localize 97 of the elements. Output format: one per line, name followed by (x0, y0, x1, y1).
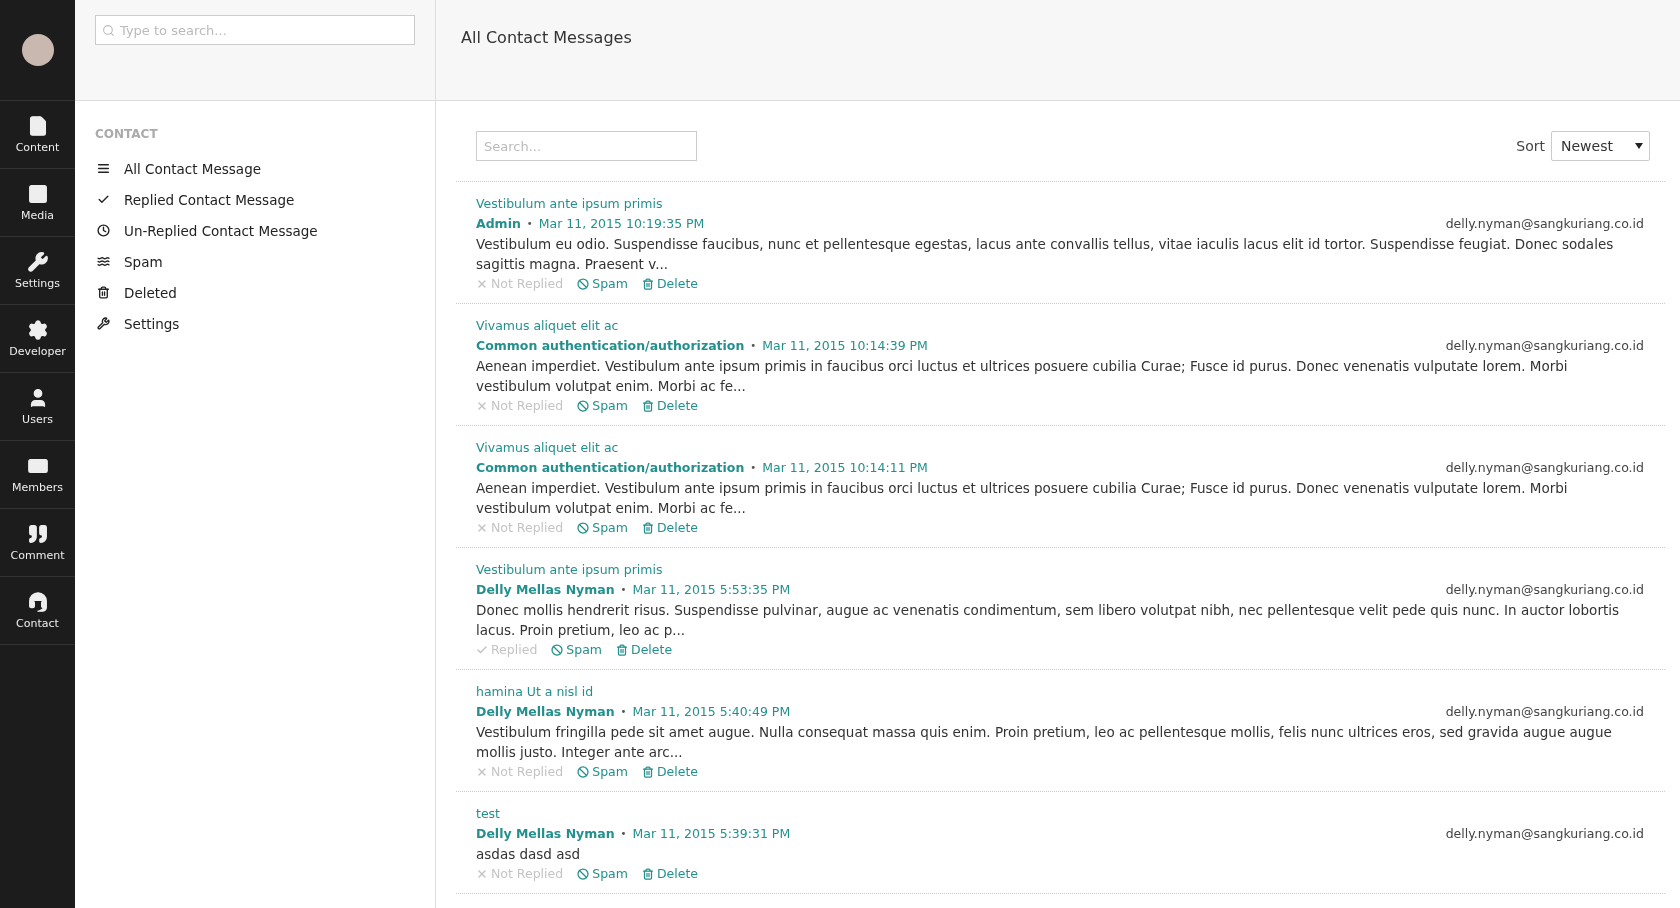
cross-icon (476, 400, 488, 412)
rail-item[interactable]: Media (0, 169, 75, 237)
message-subject[interactable]: Vestibulum ante ipsum primis (476, 560, 663, 580)
rail-item[interactable]: Contact (0, 577, 75, 645)
tree-item[interactable]: Deleted (75, 277, 435, 308)
tree-item[interactable]: Settings (75, 308, 435, 339)
cross-icon (476, 766, 488, 778)
message-date: Mar 11, 2015 5:39:31 PM (632, 825, 791, 843)
ban-icon (577, 868, 590, 880)
tree-item[interactable]: Un-Replied Contact Message (75, 215, 435, 246)
separator-dot: • (620, 705, 627, 719)
search-field[interactable]: Type to search... (95, 15, 415, 45)
quote-icon (26, 523, 49, 545)
message-date: Mar 11, 2015 5:40:49 PM (632, 703, 791, 721)
ban-icon (577, 400, 590, 412)
separator-dot: • (750, 461, 757, 475)
ban-icon (577, 766, 590, 778)
wrench-icon (26, 251, 49, 273)
message-body: asdas dasd asd (476, 845, 582, 864)
message-body: Aenean imperdiet. Vestibulum ante ipsum primis in faucibus orci luctus et ultrices posuere cubilia Curae; Fusce id purus. Donec venenatis vulputate lorem. Morbi vestibulum volutpat enim. Morbi ac fe... (476, 357, 1569, 396)
sender-email: delly.nyman@sangkuriang.co.id (1445, 825, 1644, 843)
message-subject[interactable]: Vivamus aliquet elit ac (476, 316, 619, 336)
delete-link[interactable]: Delete (616, 640, 673, 660)
message-body: Vestibulum eu odio. Suspendisse faucibus, nunc et pellentesque egestas, lacus ante convallis tellus, vitae iaculis lacus elit id tortor. Suspendisse feugiat. Donec sodales sagittis magna. Praesent v... (476, 235, 1615, 274)
trash-icon (641, 868, 654, 880)
message-body: Vestibulum fringilla pede sit amet augue. Nulla consequat massa quis enim. Proin pretium, leo ac pellentesque mollis, felis nunc ultrices eros, sed gravida augue augue mollis justo. Integer ante arc... (476, 723, 1613, 762)
cross-icon (476, 522, 488, 534)
check-icon (97, 193, 110, 206)
tree-item[interactable]: Spam (75, 246, 435, 277)
sort-label: Sort (1516, 138, 1545, 154)
rail-item[interactable]: Comment (0, 509, 75, 577)
trash-icon (641, 278, 654, 290)
spam-link[interactable]: Spam (551, 640, 603, 660)
delete-link[interactable]: Delete (641, 864, 698, 884)
separator-dot: • (620, 583, 627, 597)
spam-link[interactable]: Spam (577, 396, 628, 416)
page-title: All Contact Messages (461, 28, 633, 47)
message-subject[interactable]: hamina Ut a nisl id (476, 682, 594, 702)
message-subject[interactable]: test (476, 804, 500, 824)
message-date: Mar 11, 2015 5:53:35 PM (632, 581, 791, 599)
author-link[interactable]: Delly Mellas Nyman (476, 824, 615, 844)
cross-icon (476, 868, 488, 880)
rail-item[interactable]: Members (0, 441, 75, 509)
author-link[interactable]: Admin (476, 214, 521, 234)
message-date: Mar 11, 2015 10:14:11 PM (762, 459, 928, 477)
trash-icon (97, 286, 110, 299)
spam-link[interactable]: Spam (577, 762, 628, 782)
trash-icon (641, 766, 654, 778)
author-link[interactable]: Delly Mellas Nyman (476, 702, 615, 722)
caret-icon (1635, 143, 1643, 149)
author-link[interactable]: Delly Mellas Nyman (476, 580, 615, 600)
sender-email: delly.nyman@sangkuriang.co.id (1445, 459, 1644, 477)
message-date: Mar 11, 2015 10:14:39 PM (762, 337, 928, 355)
search-field[interactable]: Search... (476, 131, 697, 161)
wrench-icon (97, 317, 110, 330)
trash-icon (616, 644, 629, 656)
ban-icon (551, 644, 564, 656)
avatar[interactable] (21, 34, 54, 66)
sender-email: delly.nyman@sangkuriang.co.id (1445, 581, 1644, 599)
message-body: Donec mollis hendrerit risus. Suspendisse pulvinar, augue ac venenatis condimentum, sem libero volutpat nibh, nec pellentesque velit pede quis nunc. In auctor lobortis lacus. Proin pretium, leo ac p... (476, 601, 1620, 640)
trash-icon (641, 400, 654, 412)
rail-item[interactable]: Content (0, 101, 75, 169)
delete-link[interactable]: Delete (641, 274, 698, 294)
delete-link[interactable]: Delete (641, 762, 698, 782)
separator-dot: • (750, 339, 757, 353)
cross-icon (476, 278, 488, 290)
separator-dot: • (620, 827, 627, 841)
clock-icon (97, 224, 110, 237)
rail-item[interactable]: Settings (0, 237, 75, 305)
rail-item[interactable]: Developer (0, 305, 75, 373)
section-heading: CONTACT (94, 126, 159, 143)
sender-email: delly.nyman@sangkuriang.co.id (1445, 215, 1644, 233)
tree-item[interactable]: Replied Contact Message (75, 184, 435, 215)
spam-link[interactable]: Spam (577, 518, 628, 538)
message-body: Aenean imperdiet. Vestibulum ante ipsum primis in faucibus orci luctus et ultrices posuere cubilia Curae; Fusce id purus. Donec venenatis vulputate lorem. Morbi vestibulum volutpat enim. Morbi ac fe... (476, 479, 1569, 518)
message-subject[interactable]: Vivamus aliquet elit ac (476, 438, 619, 458)
squiggle-icon (97, 255, 110, 268)
spam-link[interactable]: Spam (577, 274, 628, 294)
ban-icon (577, 522, 590, 534)
trash-icon (641, 522, 654, 534)
sender-email: delly.nyman@sangkuriang.co.id (1445, 703, 1644, 721)
ban-icon (577, 278, 590, 290)
author-link[interactable]: Common authentication/authorization (476, 336, 745, 356)
author-link[interactable]: Common authentication/authorization (476, 458, 745, 478)
message-date: Mar 11, 2015 10:19:35 PM (538, 215, 705, 233)
delete-link[interactable]: Delete (641, 396, 698, 416)
rail-item[interactable]: Users (0, 373, 75, 441)
message-subject[interactable]: Vestibulum ante ipsum primis (476, 194, 663, 214)
spam-link[interactable]: Spam (577, 864, 628, 884)
check-icon (476, 644, 488, 656)
tree-item[interactable]: All Contact Message (75, 153, 435, 184)
list-icon (97, 162, 110, 175)
sender-email: delly.nyman@sangkuriang.co.id (1445, 337, 1644, 355)
sort-select[interactable]: Newest (1551, 131, 1650, 161)
delete-link[interactable]: Delete (641, 518, 698, 538)
separator-dot: • (526, 217, 533, 231)
search-icon (102, 24, 115, 37)
